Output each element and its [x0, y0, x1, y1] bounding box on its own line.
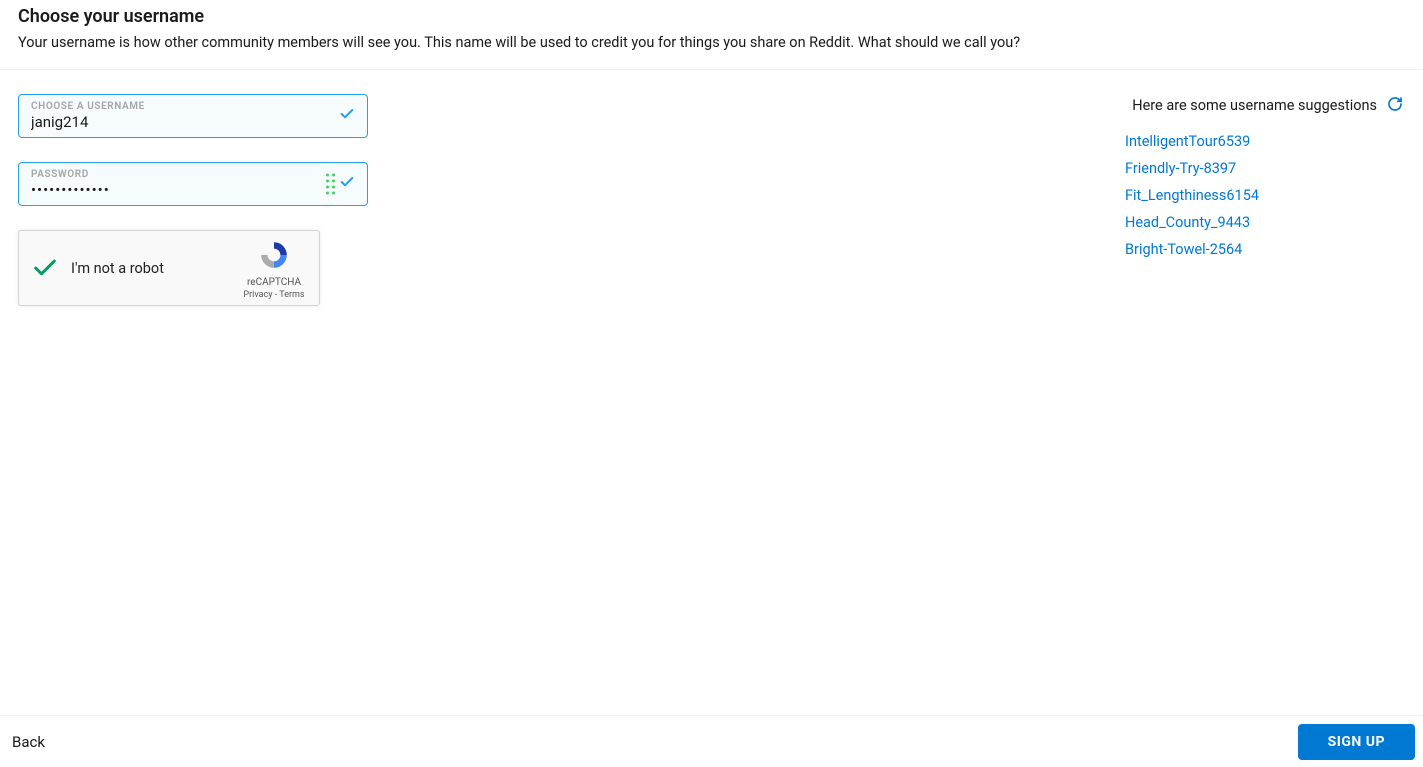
recaptcha-label: I'm not a robot	[71, 260, 164, 277]
refresh-suggestions-button[interactable]	[1385, 94, 1405, 117]
username-suggestions: Here are some username suggestions Intel…	[1125, 94, 1405, 306]
recaptcha-brand: reCAPTCHA	[241, 277, 307, 288]
recaptcha-logo-icon	[258, 239, 290, 271]
recaptcha-widget[interactable]: I'm not a robot reCAPTCHA Privacy - Term…	[18, 230, 320, 306]
refresh-icon	[1387, 96, 1403, 112]
username-input[interactable]	[31, 113, 327, 131]
recaptcha-privacy-link[interactable]: Privacy	[243, 290, 272, 300]
page-header: Choose your username Your username is ho…	[0, 0, 1423, 70]
suggestion-item[interactable]: Fit_Lengthiness6154	[1125, 183, 1405, 210]
checkmark-icon	[339, 174, 355, 194]
suggestion-item[interactable]: IntelligentTour6539	[1125, 129, 1405, 156]
suggestion-item[interactable]: Bright-Towel-2564	[1125, 237, 1405, 264]
main-content: CHOOSE A USERNAME PASSWORD I'm no	[0, 70, 1423, 306]
signup-button[interactable]: SIGN UP	[1298, 724, 1415, 760]
signup-form: CHOOSE A USERNAME PASSWORD I'm no	[18, 94, 398, 306]
recaptcha-badge: reCAPTCHA Privacy - Terms	[241, 239, 307, 300]
username-label: CHOOSE A USERNAME	[31, 101, 327, 112]
back-button[interactable]: Back	[8, 727, 49, 757]
page-title: Choose your username	[18, 6, 1405, 27]
suggestion-item[interactable]: Friendly-Try-8397	[1125, 156, 1405, 183]
password-strength-icon	[326, 174, 335, 195]
username-field-wrap[interactable]: CHOOSE A USERNAME	[18, 94, 368, 138]
page-subtitle: Your username is how other community mem…	[18, 33, 1405, 53]
password-input[interactable]	[31, 181, 327, 199]
checkmark-icon	[339, 106, 355, 126]
suggestion-list: IntelligentTour6539 Friendly-Try-8397 Fi…	[1125, 129, 1405, 263]
recaptcha-terms-link[interactable]: Terms	[279, 290, 304, 300]
page-footer: Back SIGN UP	[0, 715, 1423, 767]
suggestions-title: Here are some username suggestions	[1132, 97, 1377, 114]
recaptcha-checkmark-icon	[31, 254, 59, 282]
password-label: PASSWORD	[31, 169, 327, 180]
password-field-wrap[interactable]: PASSWORD	[18, 162, 368, 206]
suggestions-header: Here are some username suggestions	[1125, 94, 1405, 117]
suggestion-item[interactable]: Head_County_9443	[1125, 210, 1405, 237]
